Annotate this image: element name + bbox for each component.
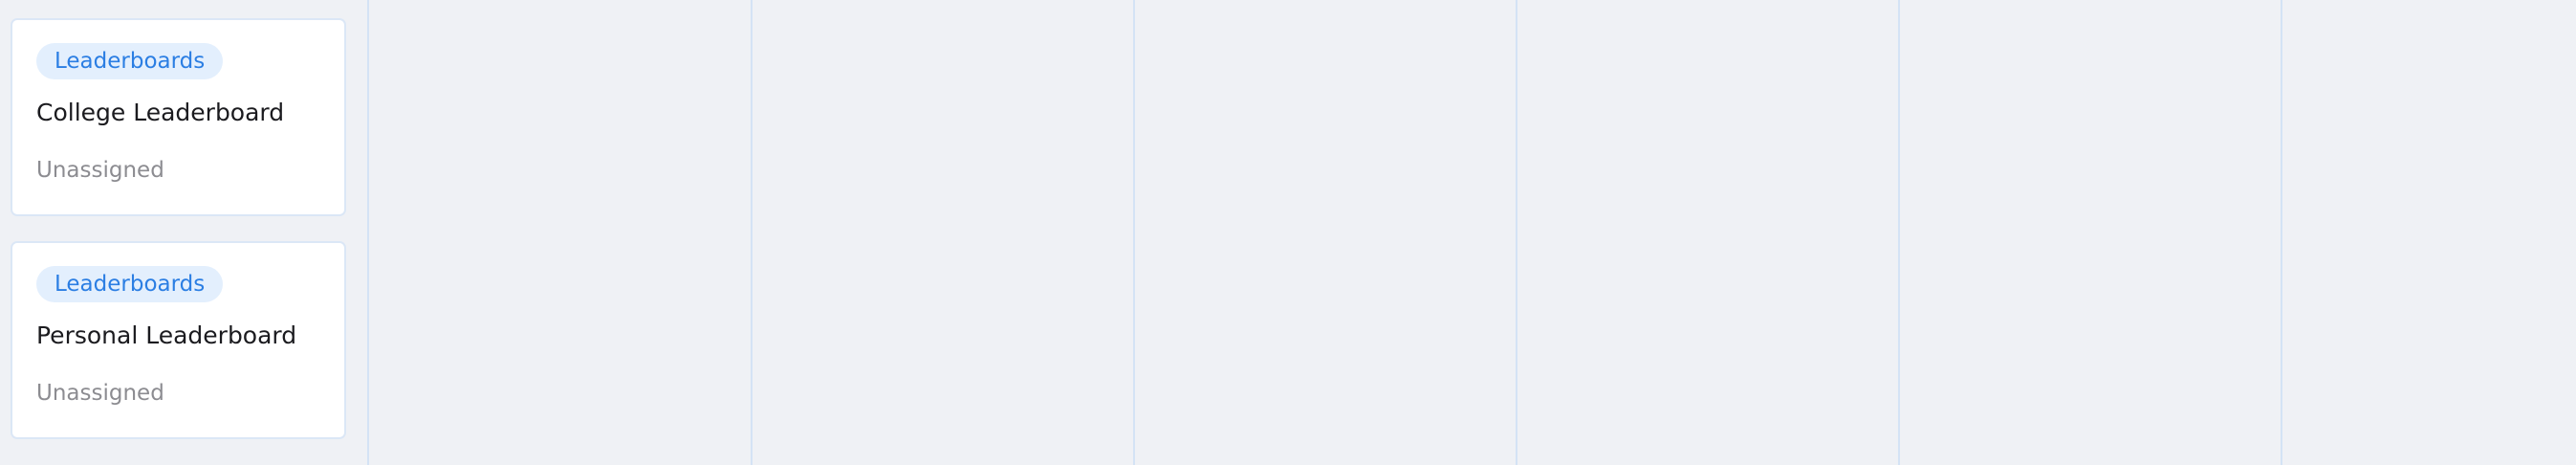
task-card[interactable]: Leaderboards College Leaderboard Unassig… (11, 18, 346, 216)
board-column[interactable] (368, 0, 752, 465)
assignee-label: Unassigned (36, 158, 164, 183)
board-column[interactable] (2281, 0, 2576, 465)
assignee-label: Unassigned (36, 381, 164, 406)
column-divider (751, 0, 753, 465)
board-column[interactable] (1517, 0, 1899, 465)
board-column[interactable] (752, 0, 1134, 465)
category-tag[interactable]: Leaderboards (36, 43, 224, 79)
column-divider (1516, 0, 1517, 465)
column-divider (1133, 0, 1135, 465)
column-divider (2281, 0, 2282, 465)
card-title: College Leaderboard (36, 99, 285, 126)
kanban-board: Leaderboards College Leaderboard Unassig… (0, 0, 2576, 465)
column-divider (367, 0, 369, 465)
category-tag[interactable]: Leaderboards (36, 266, 224, 302)
card-title: Personal Leaderboard (36, 321, 297, 349)
board-column: Leaderboards College Leaderboard Unassig… (0, 0, 368, 465)
task-card[interactable]: Leaderboards Personal Leaderboard Unassi… (11, 241, 346, 439)
column-divider (1898, 0, 1900, 465)
board-column[interactable] (1899, 0, 2281, 465)
board-column[interactable] (1134, 0, 1517, 465)
